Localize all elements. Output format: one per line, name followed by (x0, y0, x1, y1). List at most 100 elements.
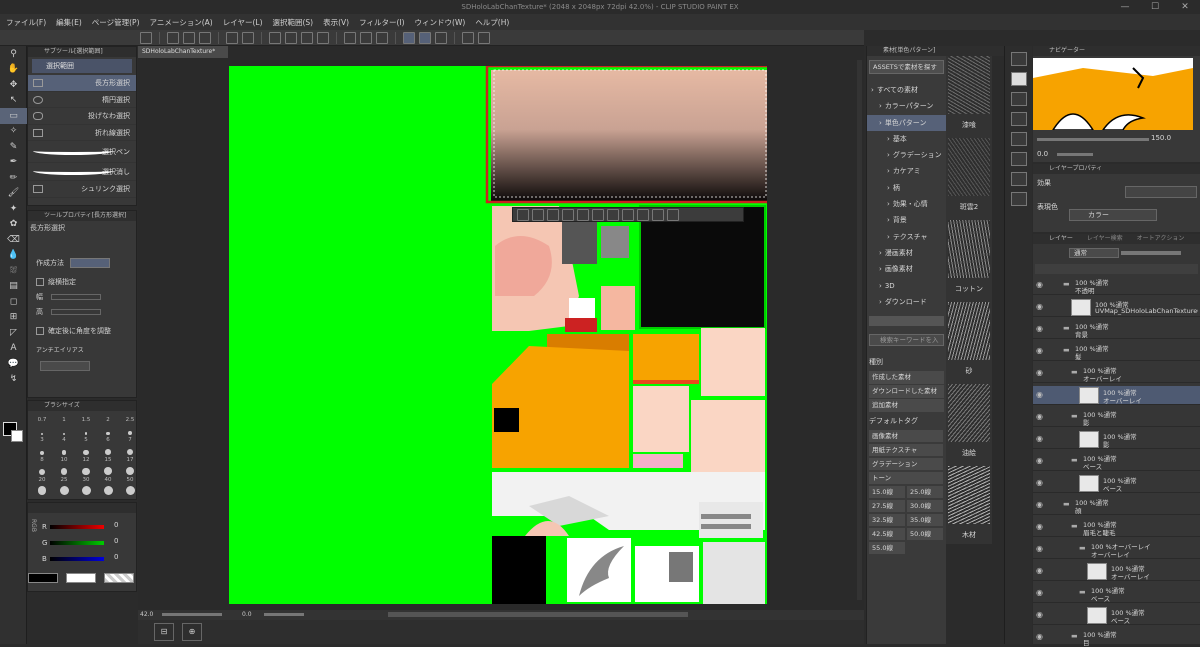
move-tool-icon[interactable]: ✥ (0, 77, 27, 93)
layer-row[interactable]: ◉ 100 %通常 オーバーレイ (1033, 562, 1200, 581)
eye-icon[interactable]: ◉ (1036, 544, 1043, 553)
horizontal-scrollbar[interactable] (388, 612, 688, 617)
material-tag-button[interactable]: 画像素材 (869, 429, 943, 442)
eye-icon[interactable]: ◉ (1036, 632, 1043, 641)
material-tree-item[interactable]: › 効果・心情 (867, 196, 946, 212)
rotate-checkbox[interactable] (36, 327, 44, 335)
material-tag-button[interactable]: 30.0線 (907, 499, 943, 512)
material-tag-button[interactable]: 15.0線 (869, 485, 905, 498)
create-method-selector[interactable] (70, 258, 110, 268)
launcher-expand-icon[interactable] (607, 208, 619, 221)
eye-icon[interactable]: ◉ (1036, 610, 1043, 619)
menu-selection[interactable]: 選択範囲(S) (273, 17, 314, 28)
eye-icon[interactable]: ◉ (1036, 434, 1043, 443)
layer-row[interactable]: ◉ ▬ 100 %通常髪 (1033, 342, 1200, 361)
frame-tool-icon[interactable]: ⊞ (0, 310, 27, 326)
balloon-tool-icon[interactable]: 💬 (0, 356, 27, 372)
new-file-icon[interactable] (167, 31, 179, 44)
menu-layer[interactable]: レイヤー(L) (223, 17, 263, 28)
tab-layer-search[interactable]: レイヤー検索 (1087, 234, 1123, 244)
brush-size-option[interactable]: 0.7 (32, 417, 52, 435)
menu-view[interactable]: 表示(V) (323, 17, 349, 28)
launcher-invert-icon[interactable] (592, 208, 604, 221)
brush-size-option[interactable]: 30 (76, 477, 96, 495)
info-icon[interactable] (1010, 172, 1027, 186)
eye-icon[interactable]: ◉ (1036, 588, 1043, 597)
eye-icon[interactable]: ◉ (1036, 324, 1043, 333)
eye-icon[interactable]: ◉ (1036, 368, 1043, 377)
layer-row[interactable]: ◉ ▬ 100 %通常 オーバーレイ (1033, 364, 1200, 383)
item-bank-icon[interactable] (1010, 132, 1027, 146)
material-tree-item[interactable]: › グラデーション (867, 147, 946, 163)
eye-icon[interactable]: ◉ (1036, 412, 1043, 421)
material-tag-button[interactable]: 55.0線 (869, 541, 905, 554)
layer-row[interactable]: ◉ ▬ 100 %オーバーレイ オーバーレイ (1033, 540, 1200, 559)
subtool-shrink-select[interactable]: シュリンク選択 (28, 181, 136, 198)
text-tool-icon[interactable]: A (0, 341, 27, 357)
material-tag-button[interactable]: 35.0線 (907, 513, 943, 526)
tab-layer[interactable]: レイヤー (1049, 234, 1073, 244)
red-value[interactable]: 0 (114, 521, 118, 529)
eye-icon[interactable]: ◉ (1036, 566, 1043, 575)
invert-selection-icon[interactable] (344, 31, 356, 44)
page-layout-icon[interactable]: ⊟ (154, 623, 174, 641)
brush-size-option[interactable]: 40 (98, 477, 118, 495)
gradient-tool-icon[interactable]: ▤ (0, 279, 27, 295)
blend-tool-icon[interactable]: 💧 (0, 248, 27, 264)
red-slider[interactable] (50, 525, 104, 529)
brush-size-option[interactable]: 8 (32, 457, 52, 475)
material-tree-item[interactable]: › ダウンロード (867, 294, 946, 310)
snap-grid-icon[interactable] (419, 31, 431, 44)
brush-tool-icon[interactable]: 🖌 (0, 186, 27, 202)
subtool-select-eraser[interactable]: 選択消し (28, 163, 136, 181)
launcher-fill-icon[interactable] (637, 208, 649, 221)
material-tree-item[interactable]: › カラーパターン (867, 98, 946, 114)
material-tree-item[interactable]: › 単色パターン (867, 114, 946, 131)
launcher-copy-icon[interactable] (622, 208, 634, 221)
expression-color-select[interactable]: カラー (1069, 209, 1157, 221)
material-thumbnail[interactable] (948, 138, 990, 196)
history-icon[interactable] (1010, 112, 1027, 126)
selection-tool-icon[interactable]: ▭ (0, 108, 27, 124)
launcher-deselect-icon[interactable] (577, 208, 589, 221)
ruler-tool-icon[interactable]: ◸ (0, 325, 27, 341)
brush-size-option[interactable]: 4 (54, 437, 74, 455)
blue-slider[interactable] (50, 557, 104, 561)
fill-tool-icon[interactable]: ⛆ (0, 263, 27, 279)
material-tree-item[interactable]: › 3D (867, 278, 946, 294)
zoom-tool-icon[interactable]: ⚲ (0, 46, 27, 62)
layer-row[interactable]: ◉ ▬ 100 %通常影 (1033, 408, 1200, 427)
layer-row[interactable]: ◉ ▬ 100 %通常顔 (1033, 496, 1200, 515)
layer-row[interactable]: ◉ 100 %通常 UVMap_SDHoloLabChanTextureCh (1033, 298, 1200, 317)
brush-size-option[interactable]: 15 (98, 457, 118, 475)
height-field[interactable] (51, 309, 101, 315)
layer-row[interactable]: ◉ ▬ 100 %通常目 (1033, 628, 1200, 647)
zoom-slider[interactable] (162, 613, 222, 616)
eye-icon[interactable]: ◉ (1036, 302, 1043, 311)
document-tab[interactable]: SDHoloLabChanTexture* (138, 46, 228, 58)
brush-size-option[interactable]: 50 (120, 477, 140, 495)
material-search-input[interactable]: 検索キーワードを入 (869, 334, 944, 347)
material-tag-button[interactable]: 27.5線 (869, 499, 905, 512)
navigator-rotate-slider[interactable] (1057, 153, 1093, 156)
material-tree-item[interactable]: › 背景 (867, 212, 946, 228)
material-tree-item[interactable]: › すべての素材 (867, 82, 946, 98)
material-kind-button[interactable]: 作成した素材 (869, 371, 944, 385)
operation-tool-icon[interactable]: ↖ (0, 93, 27, 109)
transform-icon[interactable] (285, 31, 297, 44)
panel-toggle-icon[interactable] (1010, 92, 1027, 106)
color-swatch-white[interactable] (66, 573, 96, 583)
brush-size-option[interactable]: 10 (54, 457, 74, 475)
material-tag-button[interactable]: 32.5線 (869, 513, 905, 526)
brush-size-option[interactable]: 1 (54, 417, 74, 435)
brush-size-option[interactable]: 25 (54, 477, 74, 495)
sub-color-swatch[interactable] (11, 430, 23, 442)
material-tree-item[interactable]: › 漫画素材 (867, 245, 946, 261)
eraser-tool-icon[interactable]: ⌫ (0, 232, 27, 248)
launcher-crop-icon[interactable] (547, 208, 559, 221)
material-thumbnail[interactable] (948, 384, 990, 442)
selection-area-icon[interactable] (376, 31, 388, 44)
launcher-new-tone-icon[interactable] (652, 208, 664, 221)
show-selection-icon[interactable] (360, 31, 372, 44)
close-icon[interactable]: ✕ (1170, 0, 1200, 14)
